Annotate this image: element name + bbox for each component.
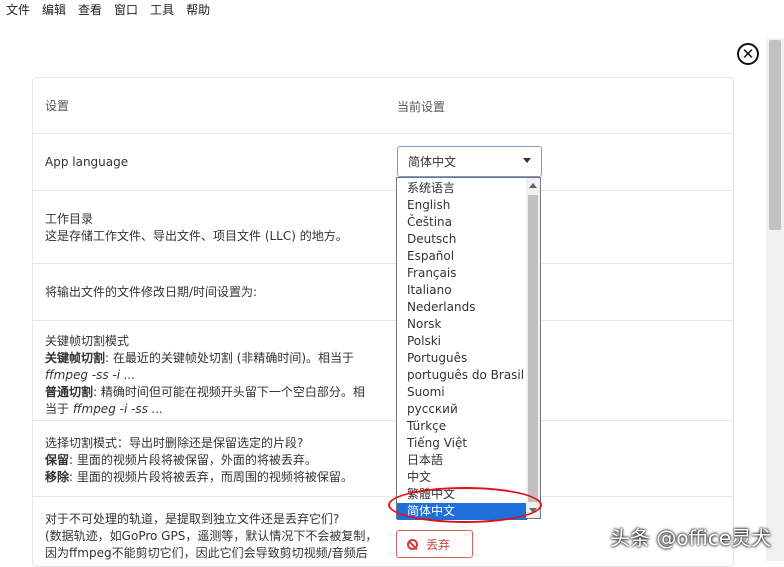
dropdown-scrollbar[interactable] xyxy=(526,178,540,518)
keyframe-desc: 关键帧切割模式 关键帧切割: 在最近的关键帧处切割 (非精确时间)。相当于 ff… xyxy=(45,333,375,418)
menu-help[interactable]: 帮助 xyxy=(180,0,216,20)
app-language-label: App language xyxy=(45,155,129,169)
menu-file[interactable]: 文件 xyxy=(0,0,36,20)
language-option[interactable]: English xyxy=(397,197,527,214)
language-option[interactable]: português do Brasil xyxy=(397,367,527,384)
language-option[interactable]: Tiếng Việt xyxy=(397,435,527,452)
window-scrollbar-thumb[interactable] xyxy=(769,40,781,230)
language-option[interactable]: Deutsch xyxy=(397,231,527,248)
language-option[interactable]: 系统语言 xyxy=(397,180,527,197)
row-keyframe: 关键帧切割模式 关键帧切割: 在最近的关键帧处切割 (非精确时间)。相当于 ff… xyxy=(33,321,733,421)
scroll-up-icon[interactable] xyxy=(529,183,537,188)
language-option[interactable]: 繁體中文 xyxy=(397,486,527,503)
row-workdir: 工作目录 这是存储工作文件、导出文件、项目文件 (LLC) 的地方。 xyxy=(33,191,733,264)
language-select-value: 简体中文 xyxy=(408,155,457,169)
menu-bar: 文件 编辑 查看 窗口 工具 帮助 xyxy=(0,0,784,20)
settings-table: 设置 当前设置 App language 简体中文 工作目录 这是存储工作文件、… xyxy=(32,77,734,567)
close-icon: ✕ xyxy=(741,44,755,63)
language-option[interactable]: 中文 xyxy=(397,469,527,486)
language-option[interactable]: Nederlands xyxy=(397,299,527,316)
file-date-label: 将输出文件的文件修改日期/时间设置为: xyxy=(45,285,258,299)
keep-bold: 保留 xyxy=(45,453,70,467)
tracks-line2: (数据轨迹，如GoPro GPS，遥测等，默认情况下不会被复制， xyxy=(45,529,378,543)
language-option[interactable]: 简体中文 xyxy=(397,503,527,520)
workdir-title: 工作目录 xyxy=(45,212,94,226)
row-cut-mode: 选择切割模式：导出时删除还是保留选定的片段? 保留: 里面的视频片段将被保留，外… xyxy=(33,421,733,497)
keyframe-title: 关键帧切割模式 xyxy=(45,334,130,348)
normal-cut-bold: 普通切割 xyxy=(45,385,94,399)
normal-cut-text: : 精确时间但可能在视频开头留下一个空白部分。相 xyxy=(93,385,365,399)
row-file-date: 将输出文件的文件修改日期/时间设置为: xyxy=(33,264,733,321)
normal-cut-text2: 当于 xyxy=(45,402,70,416)
language-option[interactable]: Italiano xyxy=(397,282,527,299)
cut-mode-desc: 选择切割模式：导出时删除还是保留选定的片段? 保留: 里面的视频片段将被保留，外… xyxy=(45,435,385,486)
language-option[interactable]: Polski xyxy=(397,333,527,350)
tracks-line1: 对于不可处理的轨道，是提取到独立文件还是丢弃它们? xyxy=(45,512,340,526)
ban-icon xyxy=(407,538,418,550)
workdir-desc: 这是存储工作文件、导出文件、项目文件 (LLC) 的地方。 xyxy=(45,229,348,243)
watermark: 头条 @office灵犬 xyxy=(610,526,772,550)
language-option[interactable]: Français xyxy=(397,265,527,282)
normal-cut-cmd: ffmpeg -i -ss ... xyxy=(72,402,164,416)
keyframe-cut-cmd: ffmpeg -ss -i ... xyxy=(45,368,136,382)
scroll-down-icon[interactable] xyxy=(529,508,537,513)
tracks-line3: 因为ffmpeg不能剪切它们，因此它们会导致剪切视频/音频后 xyxy=(45,546,368,560)
discard-label: 丢弃 xyxy=(426,537,451,552)
menu-edit[interactable]: 编辑 xyxy=(36,0,72,20)
tracks-desc: 对于不可处理的轨道，是提取到独立文件还是丢弃它们? (数据轨迹，如GoPro G… xyxy=(45,511,385,562)
language-option[interactable]: 日本語 xyxy=(397,452,527,469)
close-button[interactable]: ✕ xyxy=(737,43,759,65)
keep-text: : 里面的视频片段将被保留，外面的将被丢弃。 xyxy=(69,453,317,467)
menu-view[interactable]: 查看 xyxy=(72,0,108,20)
remove-bold: 移除 xyxy=(45,470,70,484)
remove-text: : 里面的视频片段将被丢弃，而周围的视频将被保留。 xyxy=(69,470,353,484)
keyframe-cut-bold: 关键帧切割 xyxy=(45,351,106,365)
language-select[interactable]: 简体中文 xyxy=(397,146,542,177)
language-option[interactable]: Norsk xyxy=(397,316,527,333)
table-header: 设置 当前设置 xyxy=(33,78,733,134)
language-option[interactable]: Português xyxy=(397,350,527,367)
menu-window[interactable]: 窗口 xyxy=(108,0,144,20)
header-setting: 设置 xyxy=(45,99,70,113)
language-option[interactable]: Suomi xyxy=(397,384,527,401)
language-dropdown-list[interactable]: 系统语言 English Čeština Deutsch Español Français… xyxy=(396,177,541,520)
cut-mode-title: 选择切割模式：导出时删除还是保留选定的片段? xyxy=(45,436,304,450)
language-option[interactable]: Türkçe xyxy=(397,418,527,435)
menu-tools[interactable]: 工具 xyxy=(144,0,180,20)
language-option[interactable]: Español xyxy=(397,248,527,265)
keyframe-cut-text: : 在最近的关键帧处切割 (非精确时间)。相当于 xyxy=(105,351,355,365)
dropdown-scrollbar-thumb[interactable] xyxy=(528,195,538,502)
chevron-down-icon xyxy=(523,158,531,163)
language-option[interactable]: Čeština xyxy=(397,214,527,231)
header-current: 当前设置 xyxy=(397,100,446,114)
row-app-language: App language xyxy=(33,134,733,191)
language-option[interactable]: русский xyxy=(397,401,527,418)
discard-button[interactable]: 丢弃 xyxy=(396,530,473,558)
